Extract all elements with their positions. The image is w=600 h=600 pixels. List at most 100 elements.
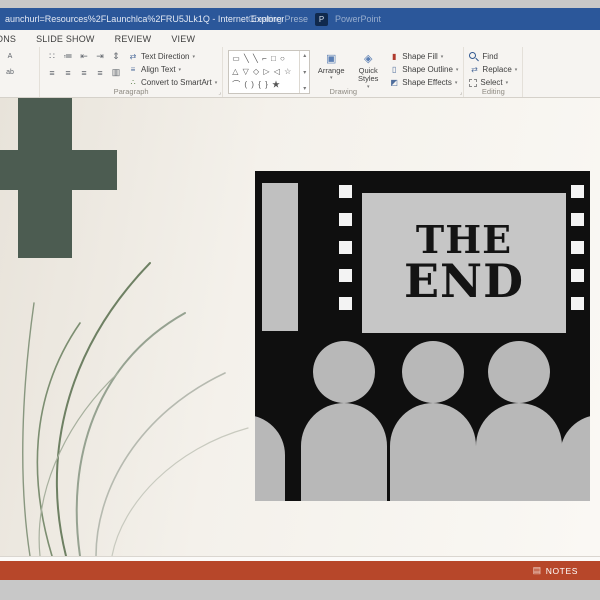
text-direction-button[interactable]: ⇄ Text Direction ▾ <box>128 51 217 62</box>
justify-icon[interactable]: ≡ <box>93 66 107 79</box>
film-perforation <box>339 297 352 310</box>
numbered-list-icon[interactable]: ≔ <box>61 50 75 63</box>
audience-silhouette-body <box>390 403 476 501</box>
select-icon <box>469 78 478 87</box>
audience-silhouette-body <box>301 403 387 501</box>
tab-review[interactable]: REVIEW <box>105 31 162 47</box>
shape-effects-icon: ◩ <box>390 78 398 87</box>
chevron-down-icon: ▾ <box>455 66 459 73</box>
text-direction-icon: ⇄ <box>129 52 137 61</box>
audience-silhouette-body <box>560 415 590 501</box>
movie-screen: THE END <box>362 193 566 333</box>
shapes-row-2[interactable]: △ ▽ ◇ ▷ ◁ ☆ <box>232 67 296 76</box>
find-icon <box>469 51 479 62</box>
align-right-icon[interactable]: ≡ <box>77 66 91 79</box>
paragraph-group-label: Paragraph <box>113 87 149 96</box>
ribbon-tab-row: ONS SLIDE SHOW REVIEW VIEW <box>0 30 600 47</box>
align-text-label: Align Text <box>141 65 176 74</box>
arrange-icon: ▣ <box>326 52 337 65</box>
drawing-group: ▭ ╲ ╲ ⌐ □ ○ △ ▽ ◇ ▷ ◁ ☆ ⌒ ( ) { } ★ ▴ ▾ … <box>223 47 465 97</box>
align-center-icon[interactable]: ≡ <box>61 66 75 79</box>
columns-icon[interactable]: ▥ <box>109 66 123 79</box>
ribbon: A A A ab ∷ ≔ ⇤ ⇥ ⇕ ≡ ≡ ≡ ≡ ▥ <box>0 47 600 98</box>
align-text-icon: ≡ <box>130 65 136 74</box>
align-text-button[interactable]: ≡ Align Text ▾ <box>128 64 217 75</box>
app-name-label: PowerPoint <box>335 14 382 24</box>
replace-icon: ⇄ <box>471 65 478 74</box>
clipart-side-bar <box>262 183 298 331</box>
find-button[interactable]: Find <box>469 51 517 62</box>
gallery-up-icon[interactable]: ▴ <box>303 52 306 59</box>
browser-tab-label[interactable]: Creating Prese <box>248 14 308 24</box>
chevron-down-icon: ▾ <box>514 66 518 73</box>
shape-outline-icon: ▯ <box>392 65 397 74</box>
film-perforation <box>339 213 352 226</box>
editing-group: Find ⇄ Replace ▾ Select ▾ Editing <box>464 47 524 97</box>
shape-fill-button[interactable]: ▮ Shape Fill ▾ <box>389 51 458 62</box>
film-perforation <box>339 241 352 254</box>
audience-silhouette-head <box>313 341 375 403</box>
chevron-down-icon: ▾ <box>192 53 195 60</box>
grow-font-icon[interactable]: A <box>0 50 1 63</box>
the-end-line2: END <box>404 254 524 309</box>
audience-silhouette-head <box>402 341 464 403</box>
gallery-down-icon[interactable]: ▾ <box>303 69 306 76</box>
paragraph-group: ∷ ≔ ⇤ ⇥ ⇕ ≡ ≡ ≡ ≡ ▥ ⇄ Text Direction ▾ ≡ <box>40 47 224 97</box>
notes-label: NOTES <box>545 565 578 576</box>
chevron-down-icon: ▾ <box>329 75 333 82</box>
text-direction-label: Text Direction <box>141 52 190 61</box>
align-left-icon[interactable]: ≡ <box>45 66 59 79</box>
chevron-down-icon: ▾ <box>440 53 444 60</box>
find-label: Find <box>482 52 498 61</box>
the-end-clipart[interactable]: THE END <box>255 171 590 501</box>
select-label: Select <box>480 78 503 87</box>
tab-view[interactable]: VIEW <box>161 31 205 47</box>
slide-canvas[interactable]: THE END <box>0 98 600 556</box>
audience-silhouette-body <box>255 415 285 501</box>
tab-transitions[interactable]: ONS <box>0 31 26 47</box>
cross-shape-horizontal <box>0 150 117 190</box>
bullet-list-icon[interactable]: ∷ <box>45 50 59 63</box>
the-end-line1: THE <box>415 216 513 262</box>
drawing-group-label: Drawing <box>329 87 358 96</box>
replace-label: Replace <box>482 65 512 74</box>
shapes-row-1[interactable]: ▭ ╲ ╲ ⌐ □ ○ <box>232 54 296 63</box>
notes-button[interactable]: ▤ NOTES <box>533 565 578 576</box>
filmstrip-right <box>571 185 584 310</box>
film-perforation <box>339 269 352 282</box>
shape-fill-label: Shape Fill <box>402 52 438 61</box>
arrange-button[interactable]: ▣ Arrange ▾ <box>315 50 347 82</box>
film-perforation <box>571 213 584 226</box>
dialog-launcher-icon[interactable]: ⌟ <box>218 90 221 96</box>
indent-increase-icon[interactable]: ⇥ <box>93 50 107 63</box>
film-perforation <box>339 185 352 198</box>
font-color-icon[interactable]: A <box>0 66 1 79</box>
powerpoint-badge-icon: P <box>315 12 329 26</box>
titlebar: aunchurl=Resources%2FLaunchlca%2FRU5JLk1… <box>0 8 600 30</box>
quick-styles-icon: ◈ <box>363 52 373 65</box>
replace-button[interactable]: ⇄ Replace ▾ <box>469 64 517 75</box>
audience-silhouette-head <box>488 341 550 403</box>
status-bar: ▤ NOTES <box>0 561 600 580</box>
shrink-font-icon[interactable]: A <box>3 50 17 63</box>
shape-outline-label: Shape Outline <box>402 65 453 74</box>
chevron-down-icon: ▾ <box>178 66 182 73</box>
film-perforation <box>571 269 584 282</box>
indent-decrease-icon[interactable]: ⇤ <box>77 50 91 63</box>
editing-group-label: Editing <box>481 87 505 96</box>
tab-slide-show[interactable]: SLIDE SHOW <box>26 31 105 47</box>
window-title: aunchurl=Resources%2FLaunchlca%2FRU5JLk1… <box>5 14 285 24</box>
chevron-down-icon: ▾ <box>214 79 218 86</box>
character-spacing-icon[interactable]: ab <box>3 66 17 79</box>
chevron-down-icon: ▾ <box>454 79 458 86</box>
quick-styles-button[interactable]: ◈ Quick Styles ▾ <box>352 50 384 90</box>
notes-icon: ▤ <box>532 565 542 575</box>
convert-smartart-label: Convert to SmartArt <box>141 78 212 87</box>
shape-effects-label: Shape Effects <box>402 78 452 87</box>
line-spacing-icon[interactable]: ⇕ <box>109 50 123 63</box>
font-group-partial: A A A ab <box>0 47 40 97</box>
smartart-icon: ∴ <box>130 78 136 87</box>
browser-tab-area: Creating Prese P PowerPoint <box>248 8 381 30</box>
dialog-launcher-icon[interactable]: ⌟ <box>460 90 463 96</box>
shape-outline-button[interactable]: ▯ Shape Outline ▾ <box>389 64 458 75</box>
